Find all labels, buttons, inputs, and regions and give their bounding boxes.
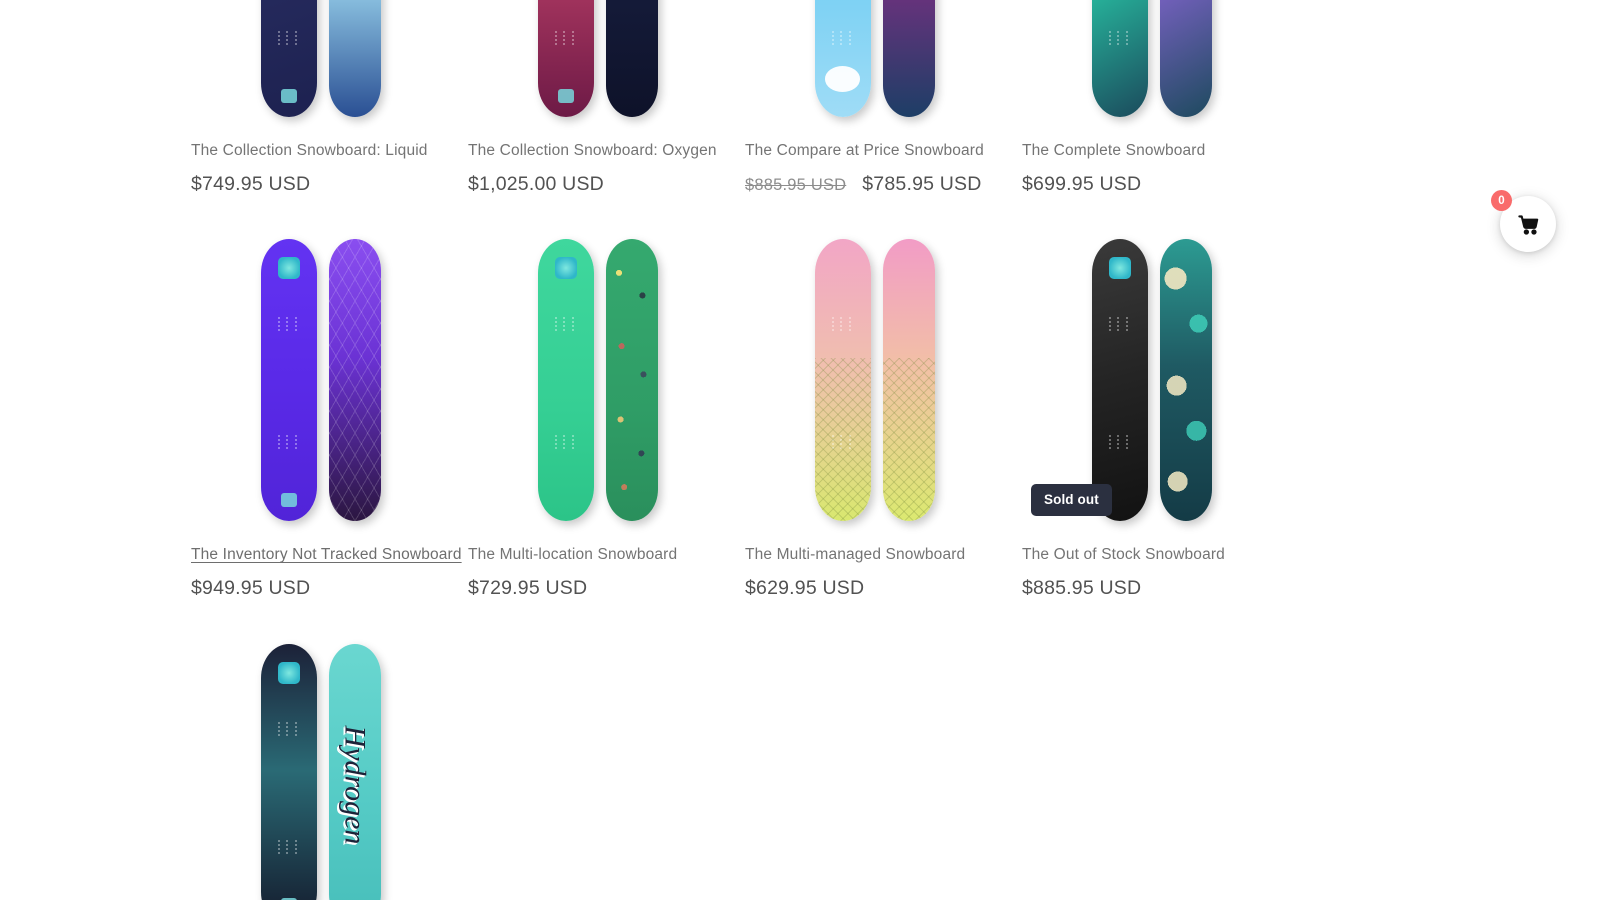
- snowboard-front: [1091, 0, 1148, 117]
- product-price: $749.95 USD: [191, 172, 311, 195]
- product-title-link[interactable]: The Out of Stock Snowboard: [1022, 545, 1225, 566]
- product-title-link[interactable]: The Complete Snowboard: [1022, 141, 1205, 162]
- product-card[interactable]: The Multi-location Snowboard $729.95 USD: [468, 226, 745, 630]
- board-tail-chip: [280, 89, 297, 103]
- snowboard-front: [537, 239, 594, 522]
- product-image: [260, 226, 381, 528]
- product-price: $949.95 USD: [191, 577, 311, 600]
- price-row: $629.95 USD: [745, 576, 1022, 601]
- binding-dots: [1108, 31, 1131, 45]
- snowboard-back: Oxygen: [605, 0, 658, 117]
- snowboard-back: [882, 239, 935, 522]
- product-card[interactable]: Liquid The Collection Snowboard: Liquid …: [191, 0, 468, 226]
- snowboard-back: [1159, 239, 1212, 522]
- binding-dots: [554, 31, 577, 45]
- product-image-wrapper[interactable]: Hydrogen: [191, 630, 450, 900]
- board-logo-chip: [277, 257, 300, 280]
- snowboard-back: [1159, 0, 1212, 117]
- compare-at-price: $885.95 USD: [745, 175, 847, 194]
- product-image: [1091, 0, 1212, 124]
- product-image: [1091, 226, 1212, 528]
- product-image-wrapper[interactable]: Oxygen: [468, 0, 727, 124]
- product-price: $729.95 USD: [468, 577, 588, 600]
- product-image: Liquid: [260, 0, 381, 124]
- product-image-wrapper[interactable]: [745, 226, 1004, 529]
- product-card[interactable]: The Complete Snowboard $699.95 USD: [1022, 0, 1299, 226]
- product-price: $629.95 USD: [745, 577, 865, 600]
- product-image-wrapper[interactable]: Liquid: [191, 0, 450, 124]
- board-logo-chip: [1108, 257, 1131, 280]
- price-row: $949.95 USD: [191, 576, 468, 601]
- snowboard-front: [814, 239, 871, 522]
- product-card[interactable]: The Inventory Not Tracked Snowboard $949…: [191, 226, 468, 630]
- binding-dots: [277, 317, 300, 332]
- product-card[interactable]: Sale The Compare at Price Snowboard $885…: [745, 0, 1022, 226]
- product-card[interactable]: Hydrogen The Videographer Snowboard $885…: [191, 630, 468, 900]
- binding-dots: [277, 839, 300, 854]
- product-title-link[interactable]: The Multi-location Snowboard: [468, 545, 677, 566]
- snowboard-front: [1091, 239, 1148, 522]
- shopping-cart-icon: [1515, 211, 1541, 237]
- snowboard-front: [814, 0, 871, 117]
- price-row: $729.95 USD: [468, 576, 745, 601]
- product-price: $785.95 USD: [862, 172, 982, 195]
- price-row: $885.95 USD: [1022, 576, 1299, 601]
- snowboard-front: [260, 643, 317, 900]
- board-logo-chip: [277, 661, 300, 684]
- price-row: $1,025.00 USD: [468, 172, 745, 197]
- product-image-wrapper[interactable]: [468, 226, 727, 529]
- binding-dots: [277, 31, 300, 45]
- product-image: [814, 0, 935, 124]
- binding-dots: [554, 317, 577, 332]
- product-image-wrapper[interactable]: [191, 226, 450, 529]
- product-card[interactable]: Sold out The Out of Stock Snowboard $885…: [1022, 226, 1299, 630]
- board-logo-chip: [554, 257, 577, 280]
- binding-dots: [831, 31, 854, 45]
- board-tail-chip: [280, 493, 297, 508]
- binding-dots: [277, 721, 300, 736]
- product-price: $699.95 USD: [1022, 172, 1142, 195]
- binding-dots: [831, 317, 854, 332]
- cart-count-badge: 0: [1491, 190, 1512, 211]
- product-image: Hydrogen: [260, 631, 381, 900]
- snowboard-front: [260, 0, 317, 117]
- binding-dots: [277, 435, 300, 450]
- cart-widget[interactable]: 0: [1491, 190, 1556, 252]
- product-price: $1,025.00 USD: [468, 172, 604, 195]
- snowboard-front: [260, 239, 317, 522]
- product-title-link[interactable]: The Compare at Price Snowboard: [745, 141, 984, 162]
- price-row: $749.95 USD: [191, 172, 468, 197]
- product-title-link[interactable]: The Collection Snowboard: Oxygen: [468, 141, 717, 162]
- snowboard-front: [537, 0, 594, 117]
- price-row: $885.95 USD $785.95 USD: [745, 172, 1022, 197]
- snowboard-back: Liquid: [328, 0, 381, 117]
- product-image-wrapper[interactable]: Sold out: [1022, 226, 1281, 529]
- binding-dots: [554, 435, 577, 450]
- board-tail-chip: [557, 89, 574, 103]
- product-title-link[interactable]: The Inventory Not Tracked Snowboard: [191, 545, 462, 566]
- binding-dots: [1108, 317, 1131, 332]
- product-collection-page: Liquid The Collection Snowboard: Liquid …: [0, 0, 1600, 900]
- sold-out-badge: Sold out: [1031, 483, 1112, 517]
- product-image-wrapper[interactable]: [1022, 0, 1281, 124]
- product-image-wrapper[interactable]: Sale: [745, 0, 1004, 124]
- product-image: Oxygen: [537, 0, 658, 124]
- snowboard-back: [882, 0, 935, 117]
- product-price: $885.95 USD: [1022, 577, 1142, 600]
- snowboard-back: Hydrogen: [328, 643, 381, 900]
- product-image: [537, 226, 658, 528]
- product-card[interactable]: The Multi-managed Snowboard $629.95 USD: [745, 226, 1022, 630]
- product-image: [814, 226, 935, 528]
- product-card[interactable]: Oxygen The Collection Snowboard: Oxygen …: [468, 0, 745, 226]
- snowboard-back: [605, 239, 658, 522]
- price-row: $699.95 USD: [1022, 172, 1299, 197]
- snowboard-back: [328, 239, 381, 522]
- product-grid: Liquid The Collection Snowboard: Liquid …: [191, 0, 1377, 900]
- product-title-link[interactable]: The Collection Snowboard: Liquid: [191, 141, 428, 162]
- product-title-link[interactable]: The Multi-managed Snowboard: [745, 545, 965, 566]
- binding-dots: [1108, 435, 1131, 450]
